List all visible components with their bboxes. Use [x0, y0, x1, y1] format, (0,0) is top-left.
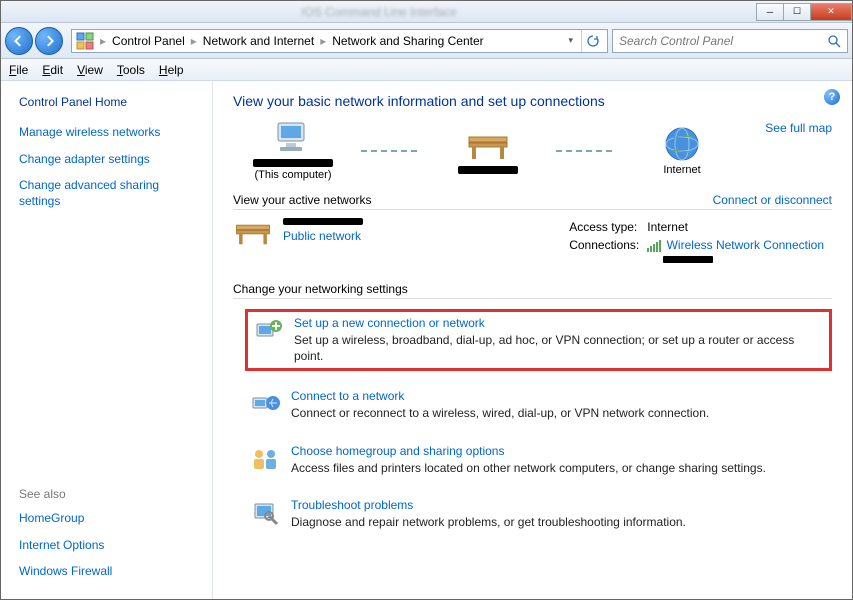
access-type-label: Access type:: [569, 220, 645, 236]
chevron-right-icon: ▸: [189, 34, 199, 48]
option-troubleshoot[interactable]: Troubleshoot problems Diagnose and repai…: [245, 494, 832, 534]
option-homegroup[interactable]: Choose homegroup and sharing options Acc…: [245, 440, 832, 480]
connections-label: Connections:: [569, 238, 645, 268]
network-category-link[interactable]: Public network: [283, 229, 363, 243]
access-type-value: Internet: [647, 220, 830, 236]
address-bar[interactable]: ▸ Control Panel ▸ Network and Internet ▸…: [71, 29, 608, 53]
sidebar-change-adapter[interactable]: Change adapter settings: [19, 152, 200, 168]
change-settings-header: Change your networking settings: [233, 282, 832, 299]
chevron-right-icon: ▸: [318, 34, 328, 48]
minimize-button[interactable]: ─: [756, 3, 784, 21]
option-desc: Access files and printers located on oth…: [291, 460, 766, 476]
breadcrumb-network-internet[interactable]: Network and Internet: [199, 34, 318, 48]
redacted-text: [663, 256, 713, 263]
menu-help[interactable]: Help: [159, 63, 184, 77]
menu-bar: File Edit View Tools Help: [1, 59, 852, 81]
main-content: View your basic network information and …: [213, 81, 852, 599]
help-icon[interactable]: ?: [824, 89, 840, 105]
forward-button[interactable]: [35, 27, 63, 55]
see-full-map-link[interactable]: See full map: [765, 121, 832, 135]
control-panel-home-link[interactable]: Control Panel Home: [19, 95, 200, 109]
troubleshoot-icon: [251, 498, 281, 528]
sidebar-advanced-sharing[interactable]: Change advanced sharing settings: [19, 178, 200, 209]
bench-icon: [233, 218, 273, 248]
navigation-bar: ▸ Control Panel ▸ Network and Internet ▸…: [1, 23, 852, 59]
refresh-button[interactable]: [581, 30, 603, 52]
this-computer-label: (This computer): [254, 169, 331, 181]
setup-connection-icon: [254, 316, 284, 346]
option-title: Choose homegroup and sharing options: [291, 444, 766, 458]
option-desc: Set up a wireless, broadband, dial-up, a…: [294, 332, 823, 364]
internet-label: Internet: [663, 164, 700, 176]
network-map: (This computer): [233, 121, 742, 181]
bench-icon: [465, 129, 511, 163]
connect-disconnect-link[interactable]: Connect or disconnect: [713, 193, 832, 207]
redacted-text: [283, 218, 363, 225]
option-setup-connection[interactable]: Set up a new connection or network Set u…: [245, 309, 832, 371]
back-button[interactable]: [5, 27, 33, 55]
connect-network-icon: [251, 389, 281, 419]
menu-edit[interactable]: Edit: [42, 63, 63, 77]
active-networks-header: View your active networks Connect or dis…: [233, 193, 832, 210]
arrow-right-icon: [43, 35, 55, 47]
breadcrumb-network-sharing[interactable]: Network and Sharing Center: [328, 34, 487, 48]
option-title: Connect to a network: [291, 389, 709, 403]
search-input[interactable]: Search Control Panel: [612, 29, 848, 53]
node-router[interactable]: [428, 128, 548, 174]
menu-tools[interactable]: Tools: [117, 63, 145, 77]
menu-view[interactable]: View: [77, 63, 103, 77]
redacted-text: [458, 166, 518, 174]
connection-line: [556, 150, 615, 152]
menu-file[interactable]: File: [9, 63, 28, 77]
redacted-text: [253, 159, 333, 167]
refresh-icon: [586, 34, 600, 48]
search-icon: [827, 34, 841, 48]
option-desc: Diagnose and repair network problems, or…: [291, 514, 686, 530]
option-connect-network[interactable]: Connect to a network Connect or reconnec…: [245, 385, 832, 425]
sidebar-manage-wireless[interactable]: Manage wireless networks: [19, 125, 200, 141]
sidebar-homegroup[interactable]: HomeGroup: [19, 511, 200, 527]
computer-icon: [272, 121, 314, 157]
connection-link[interactable]: Wireless Network Connection: [667, 238, 824, 252]
close-button[interactable]: ✕: [810, 3, 852, 21]
see-also-label: See also: [19, 487, 200, 501]
node-this-computer[interactable]: (This computer): [233, 121, 353, 181]
arrow-left-icon: [13, 35, 25, 47]
globe-icon: [663, 125, 701, 163]
homegroup-icon: [251, 444, 281, 474]
chevron-right-icon: ▸: [98, 34, 108, 48]
sidebar-windows-firewall[interactable]: Windows Firewall: [19, 564, 200, 580]
option-title: Troubleshoot problems: [291, 498, 686, 512]
sidebar: Control Panel Home Manage wireless netwo…: [1, 81, 213, 599]
page-title: View your basic network information and …: [233, 93, 832, 109]
option-desc: Connect or reconnect to a wireless, wire…: [291, 405, 709, 421]
maximize-button[interactable]: ☐: [783, 3, 811, 21]
address-dropdown[interactable]: ▾: [564, 35, 577, 46]
connection-line: [361, 150, 420, 152]
control-panel-icon: [76, 32, 94, 50]
option-title: Set up a new connection or network: [294, 316, 823, 330]
window-title-blurred: IOS Command Line Interface: [1, 5, 757, 19]
window-titlebar: IOS Command Line Interface ─ ☐ ✕: [1, 1, 852, 23]
breadcrumb-control-panel[interactable]: Control Panel: [108, 34, 189, 48]
sidebar-internet-options[interactable]: Internet Options: [19, 538, 200, 554]
node-internet[interactable]: Internet: [622, 126, 742, 176]
signal-bars-icon: [647, 240, 661, 252]
search-placeholder: Search Control Panel: [619, 34, 733, 48]
